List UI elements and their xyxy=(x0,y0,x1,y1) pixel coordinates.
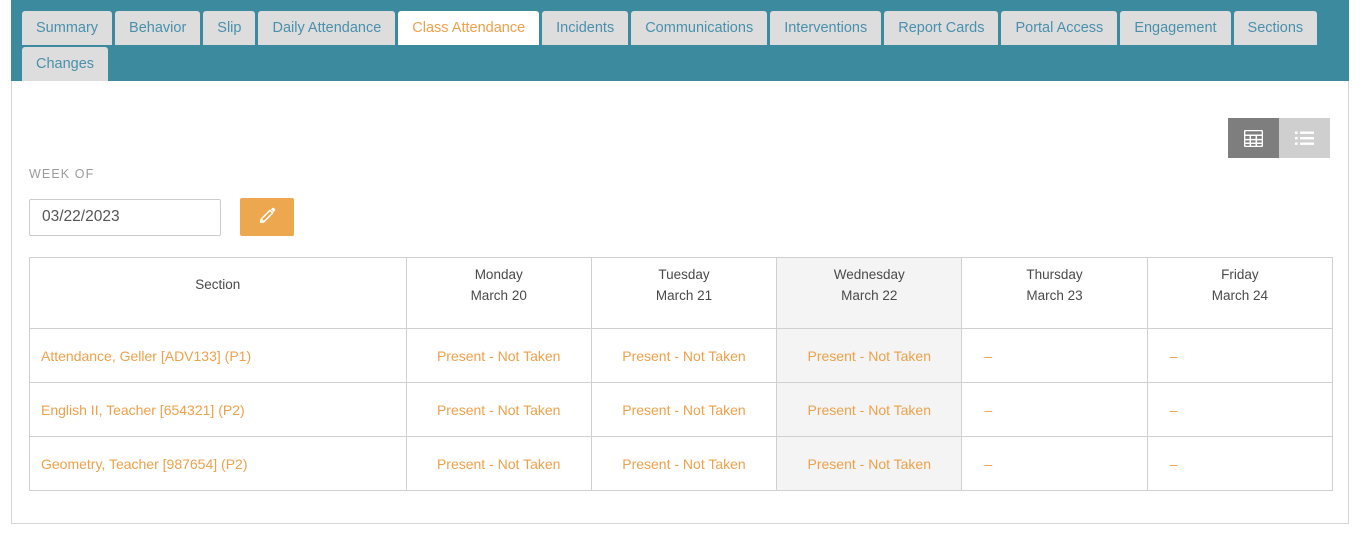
column-header-friday: Friday March 24 xyxy=(1146,257,1334,329)
attendance-cell-tuesday[interactable]: Present - Not Taken xyxy=(590,436,778,491)
tab-sections[interactable]: Sections xyxy=(1233,11,1318,45)
class-attendance-table: Section Monday March 20 Tuesday March 21 Wedn… xyxy=(29,257,1334,491)
tab-engagement[interactable]: Engagement xyxy=(1120,11,1231,45)
attendance-cell-thursday: – xyxy=(961,382,1148,437)
tab-list: Summary Behavior Slip Daily Attendance Class… xyxy=(22,11,1349,83)
column-header-date: March 20 xyxy=(470,287,527,303)
section-link[interactable]: Attendance, Geller [ADV133] (P1) xyxy=(29,328,407,383)
section-link[interactable]: Geometry, Teacher [987654] (P2) xyxy=(29,436,407,491)
table-header: Section Monday March 20 Tuesday March 21 Wedn… xyxy=(29,257,1334,329)
column-header-date: March 22 xyxy=(841,287,898,303)
attendance-cell-thursday: – xyxy=(961,436,1148,491)
tab-bar: Summary Behavior Slip Daily Attendance Class… xyxy=(11,0,1349,81)
tab-communications[interactable]: Communications xyxy=(631,11,768,45)
tab-behavior[interactable]: Behavior xyxy=(115,11,201,45)
table-row: Attendance, Geller [ADV133] (P1) Present … xyxy=(29,328,1334,383)
view-toggle-group xyxy=(1228,118,1330,158)
attendance-cell-monday[interactable]: Present - Not Taken xyxy=(405,382,592,437)
week-of-controls xyxy=(29,198,294,236)
tab-slip[interactable]: Slip xyxy=(203,11,256,45)
content-panel: WEEK OF Section Monday March 20 Tuesday Marc… xyxy=(11,81,1349,524)
pencil-icon xyxy=(258,206,277,228)
column-header-day: Tuesday xyxy=(658,266,710,282)
week-of-date-input[interactable] xyxy=(29,198,221,236)
column-header-day: Monday xyxy=(474,266,523,282)
attendance-cell-thursday: – xyxy=(961,328,1148,383)
attendance-cell-monday[interactable]: Present - Not Taken xyxy=(405,328,592,383)
table-row: English II, Teacher [654321] (P2) Present… xyxy=(29,382,1334,437)
attendance-cell-friday: – xyxy=(1146,382,1334,437)
table-body: Attendance, Geller [ADV133] (P1) Present … xyxy=(29,328,1334,491)
attendance-cell-monday[interactable]: Present - Not Taken xyxy=(405,436,592,491)
tab-interventions[interactable]: Interventions xyxy=(770,11,882,45)
grid-view-icon xyxy=(1244,129,1263,147)
attendance-cell-friday: – xyxy=(1146,328,1334,383)
attendance-cell-wednesday[interactable]: Present - Not Taken xyxy=(776,436,963,491)
attendance-cell-tuesday[interactable]: Present - Not Taken xyxy=(590,328,778,383)
column-header-day: Wednesday xyxy=(833,266,905,282)
attendance-cell-tuesday[interactable]: Present - Not Taken xyxy=(590,382,778,437)
column-header-section: Section xyxy=(29,257,407,329)
column-header-monday: Monday March 20 xyxy=(405,257,592,329)
column-header-thursday: Thursday March 23 xyxy=(961,257,1148,329)
column-header-date: March 24 xyxy=(1211,287,1268,303)
column-header-title: Section xyxy=(195,277,241,293)
tab-class-attendance[interactable]: Class Attendance xyxy=(398,11,540,45)
tab-incidents[interactable]: Incidents xyxy=(542,11,629,45)
tab-changes[interactable]: Changes xyxy=(22,47,109,81)
week-of-label: WEEK OF xyxy=(29,167,95,181)
column-header-day: Friday xyxy=(1221,266,1259,282)
column-header-wednesday: Wednesday March 22 xyxy=(776,257,963,329)
grid-view-button[interactable] xyxy=(1228,118,1279,158)
tab-report-cards[interactable]: Report Cards xyxy=(884,11,999,45)
section-link[interactable]: English II, Teacher [654321] (P2) xyxy=(29,382,407,437)
table-row: Geometry, Teacher [987654] (P2) Present -… xyxy=(29,436,1334,491)
attendance-cell-wednesday[interactable]: Present - Not Taken xyxy=(776,382,963,437)
tab-portal-access[interactable]: Portal Access xyxy=(1001,11,1118,45)
column-header-tuesday: Tuesday March 21 xyxy=(590,257,778,329)
column-header-day: Thursday xyxy=(1026,266,1083,282)
edit-week-button[interactable] xyxy=(240,198,294,236)
tab-summary[interactable]: Summary xyxy=(22,11,113,45)
attendance-cell-friday: – xyxy=(1146,436,1334,491)
list-view-icon xyxy=(1295,131,1314,146)
column-header-date: March 23 xyxy=(1026,287,1083,303)
tab-daily-attendance[interactable]: Daily Attendance xyxy=(258,11,396,45)
table-header-row: Section Monday March 20 Tuesday March 21 Wedn… xyxy=(29,257,1334,329)
list-view-button[interactable] xyxy=(1279,118,1330,158)
column-header-date: March 21 xyxy=(655,287,713,303)
attendance-cell-wednesday[interactable]: Present - Not Taken xyxy=(776,328,963,383)
